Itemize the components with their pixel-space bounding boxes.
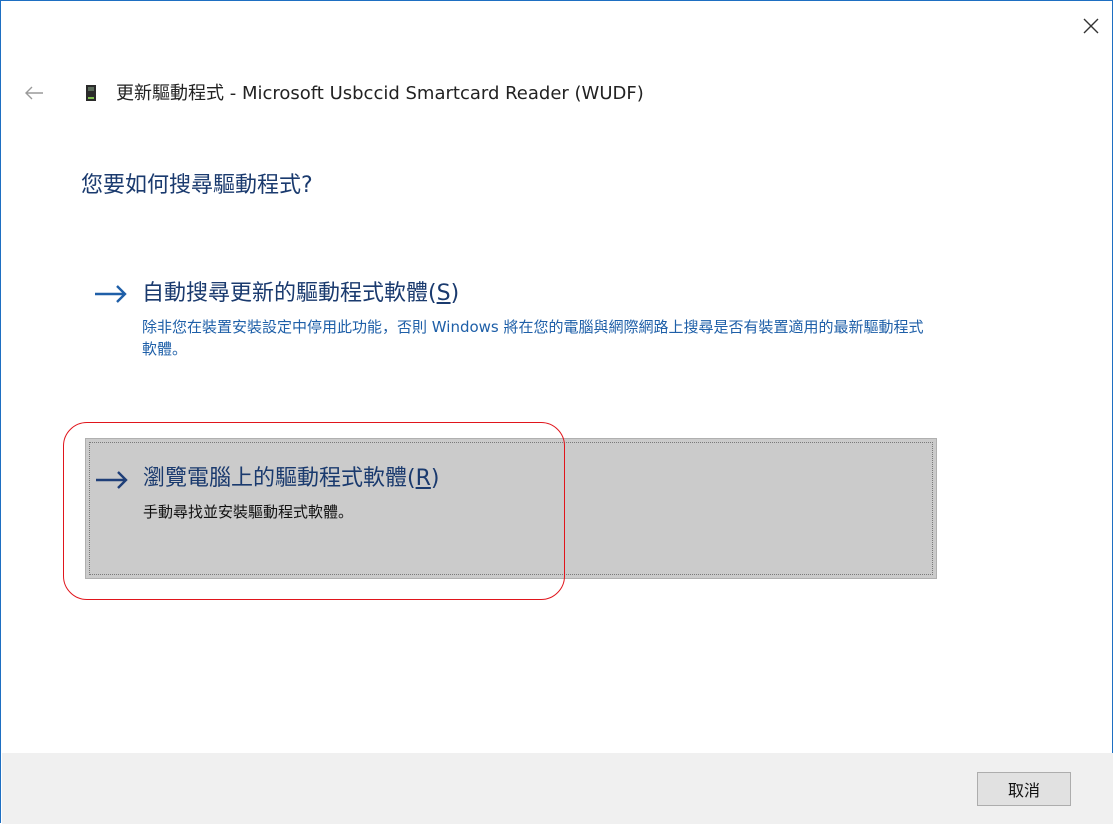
auto-search-description: 除非您在裝置安裝設定中停用此功能，否則 Windows 將在您的電腦與網際網路上… [142,318,924,358]
auto-search-title: 自動搜尋更新的驅動程式軟體(S) [142,281,460,306]
auto-search-option[interactable]: 自動搜尋更新的驅動程式軟體(S) 除非您在裝置安裝設定中停用此功能，否則 Win… [85,269,937,379]
dialog-footer: 取消 [2,753,1113,824]
accelerator-key: S [436,281,451,306]
device-icon [85,84,97,102]
driver-update-dialog: 更新驅動程式 - Microsoft Usbccid Smartcard Rea… [0,0,1113,824]
cancel-button[interactable]: 取消 [977,772,1071,806]
close-button[interactable] [1076,13,1106,39]
arrow-right-icon [95,285,127,303]
dialog-title: 更新驅動程式 - Microsoft Usbccid Smartcard Rea… [116,83,644,104]
red-highlight-callout [63,422,565,600]
dialog-titlebar: 更新驅動程式 - Microsoft Usbccid Smartcard Rea… [1,71,1112,115]
back-arrow-icon [25,86,43,100]
back-button[interactable] [23,83,45,103]
close-icon [1083,18,1099,34]
page-heading: 您要如何搜尋驅動程式? [81,173,313,198]
